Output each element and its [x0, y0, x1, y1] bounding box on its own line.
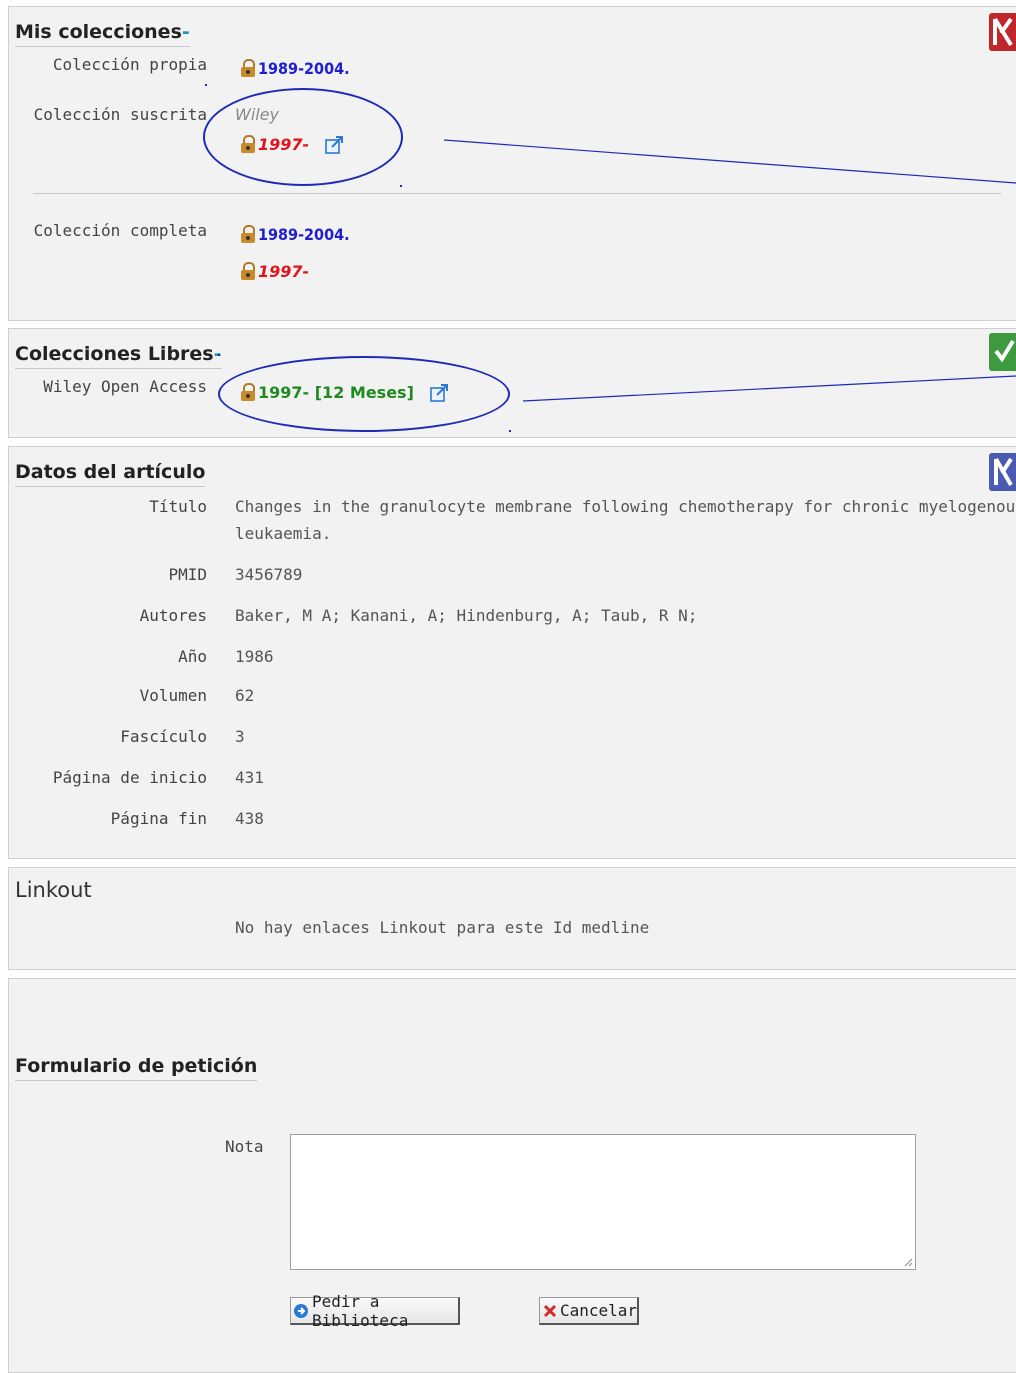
blue-section-icon [989, 453, 1016, 491]
annotation-dot [205, 84, 207, 86]
lock-icon [241, 262, 255, 280]
titulo-value-line2: leukaemia. [235, 524, 332, 543]
titulo-value: Changes in the granulocyte membrane foll… [235, 497, 1016, 516]
coleccion-suscrita-label: Colección suscrita [33, 105, 207, 124]
fasciculo-value: 3 [235, 727, 245, 746]
wiley-open-access-label: Wiley Open Access [43, 377, 207, 396]
close-icon [542, 1303, 558, 1319]
pagina-inicio-label: Página de inicio [52, 768, 207, 787]
coleccion-propia-link[interactable]: 1989-2004. [241, 59, 350, 78]
divider [33, 193, 1001, 194]
annotation-ellipse-suscrita [203, 88, 403, 186]
lock-icon [241, 59, 255, 77]
linkout-heading: Linkout [15, 878, 92, 902]
titulo-label: Título [149, 497, 207, 516]
arrow-right-circle-icon [293, 1303, 309, 1319]
coleccion-completa-label: Colección completa [33, 221, 207, 240]
autores-value: Baker, M A; Kanani, A; Hindenburg, A; Ta… [235, 606, 698, 625]
annotation-ellipse-libres [218, 356, 510, 432]
formulario-panel: Formulario de petición Nota Pedir a Bibl… [8, 978, 1016, 1373]
linkout-message: No hay enlaces Linkout para este Id medl… [235, 918, 650, 937]
coleccion-completa-link-2[interactable]: 1997- [241, 262, 309, 281]
nota-textarea[interactable] [290, 1134, 916, 1270]
pagina-fin-value: 438 [235, 809, 264, 828]
volumen-label: Volumen [139, 686, 207, 705]
lock-icon [241, 225, 255, 243]
pmid-label: PMID [168, 565, 207, 584]
pagina-inicio-value: 431 [235, 768, 264, 787]
volumen-value: 62 [235, 686, 255, 705]
colecciones-libres-panel: Colecciones Libres- Wiley Open Access 19… [8, 328, 1016, 438]
pagina-fin-label: Página fin [110, 809, 207, 828]
mis-colecciones-heading: Mis colecciones- [15, 21, 190, 47]
formulario-heading: Formulario de petición [15, 1055, 258, 1081]
resize-handle-icon[interactable] [903, 1257, 913, 1267]
datos-articulo-panel: Datos del artículo Título Changes in the… [8, 446, 1016, 859]
red-section-icon [989, 13, 1016, 51]
pmid-value: 3456789 [235, 565, 303, 584]
coleccion-propia-label: Colección propia [52, 55, 207, 74]
mis-colecciones-panel: Mis colecciones- Colección propia 1989-2… [8, 6, 1016, 321]
green-check-icon [989, 333, 1016, 371]
ano-label: Año [178, 647, 207, 666]
pedir-biblioteca-button[interactable]: Pedir a Biblioteca [290, 1292, 460, 1330]
colecciones-libres-heading: Colecciones Libres- [15, 343, 222, 369]
linkout-panel: Linkout No hay enlaces Linkout para este… [8, 867, 1016, 970]
datos-articulo-heading: Datos del artículo [15, 461, 206, 487]
autores-label: Autores [139, 606, 207, 625]
nota-label: Nota [225, 1137, 264, 1156]
annotation-dot [400, 185, 402, 187]
coleccion-completa-link-1[interactable]: 1989-2004. [241, 225, 350, 244]
ano-value: 1986 [235, 647, 274, 666]
cancelar-button[interactable]: Cancelar [539, 1297, 639, 1325]
fasciculo-label: Fascículo [120, 727, 207, 746]
annotation-dot [509, 430, 511, 432]
annotation-dot [218, 354, 220, 356]
